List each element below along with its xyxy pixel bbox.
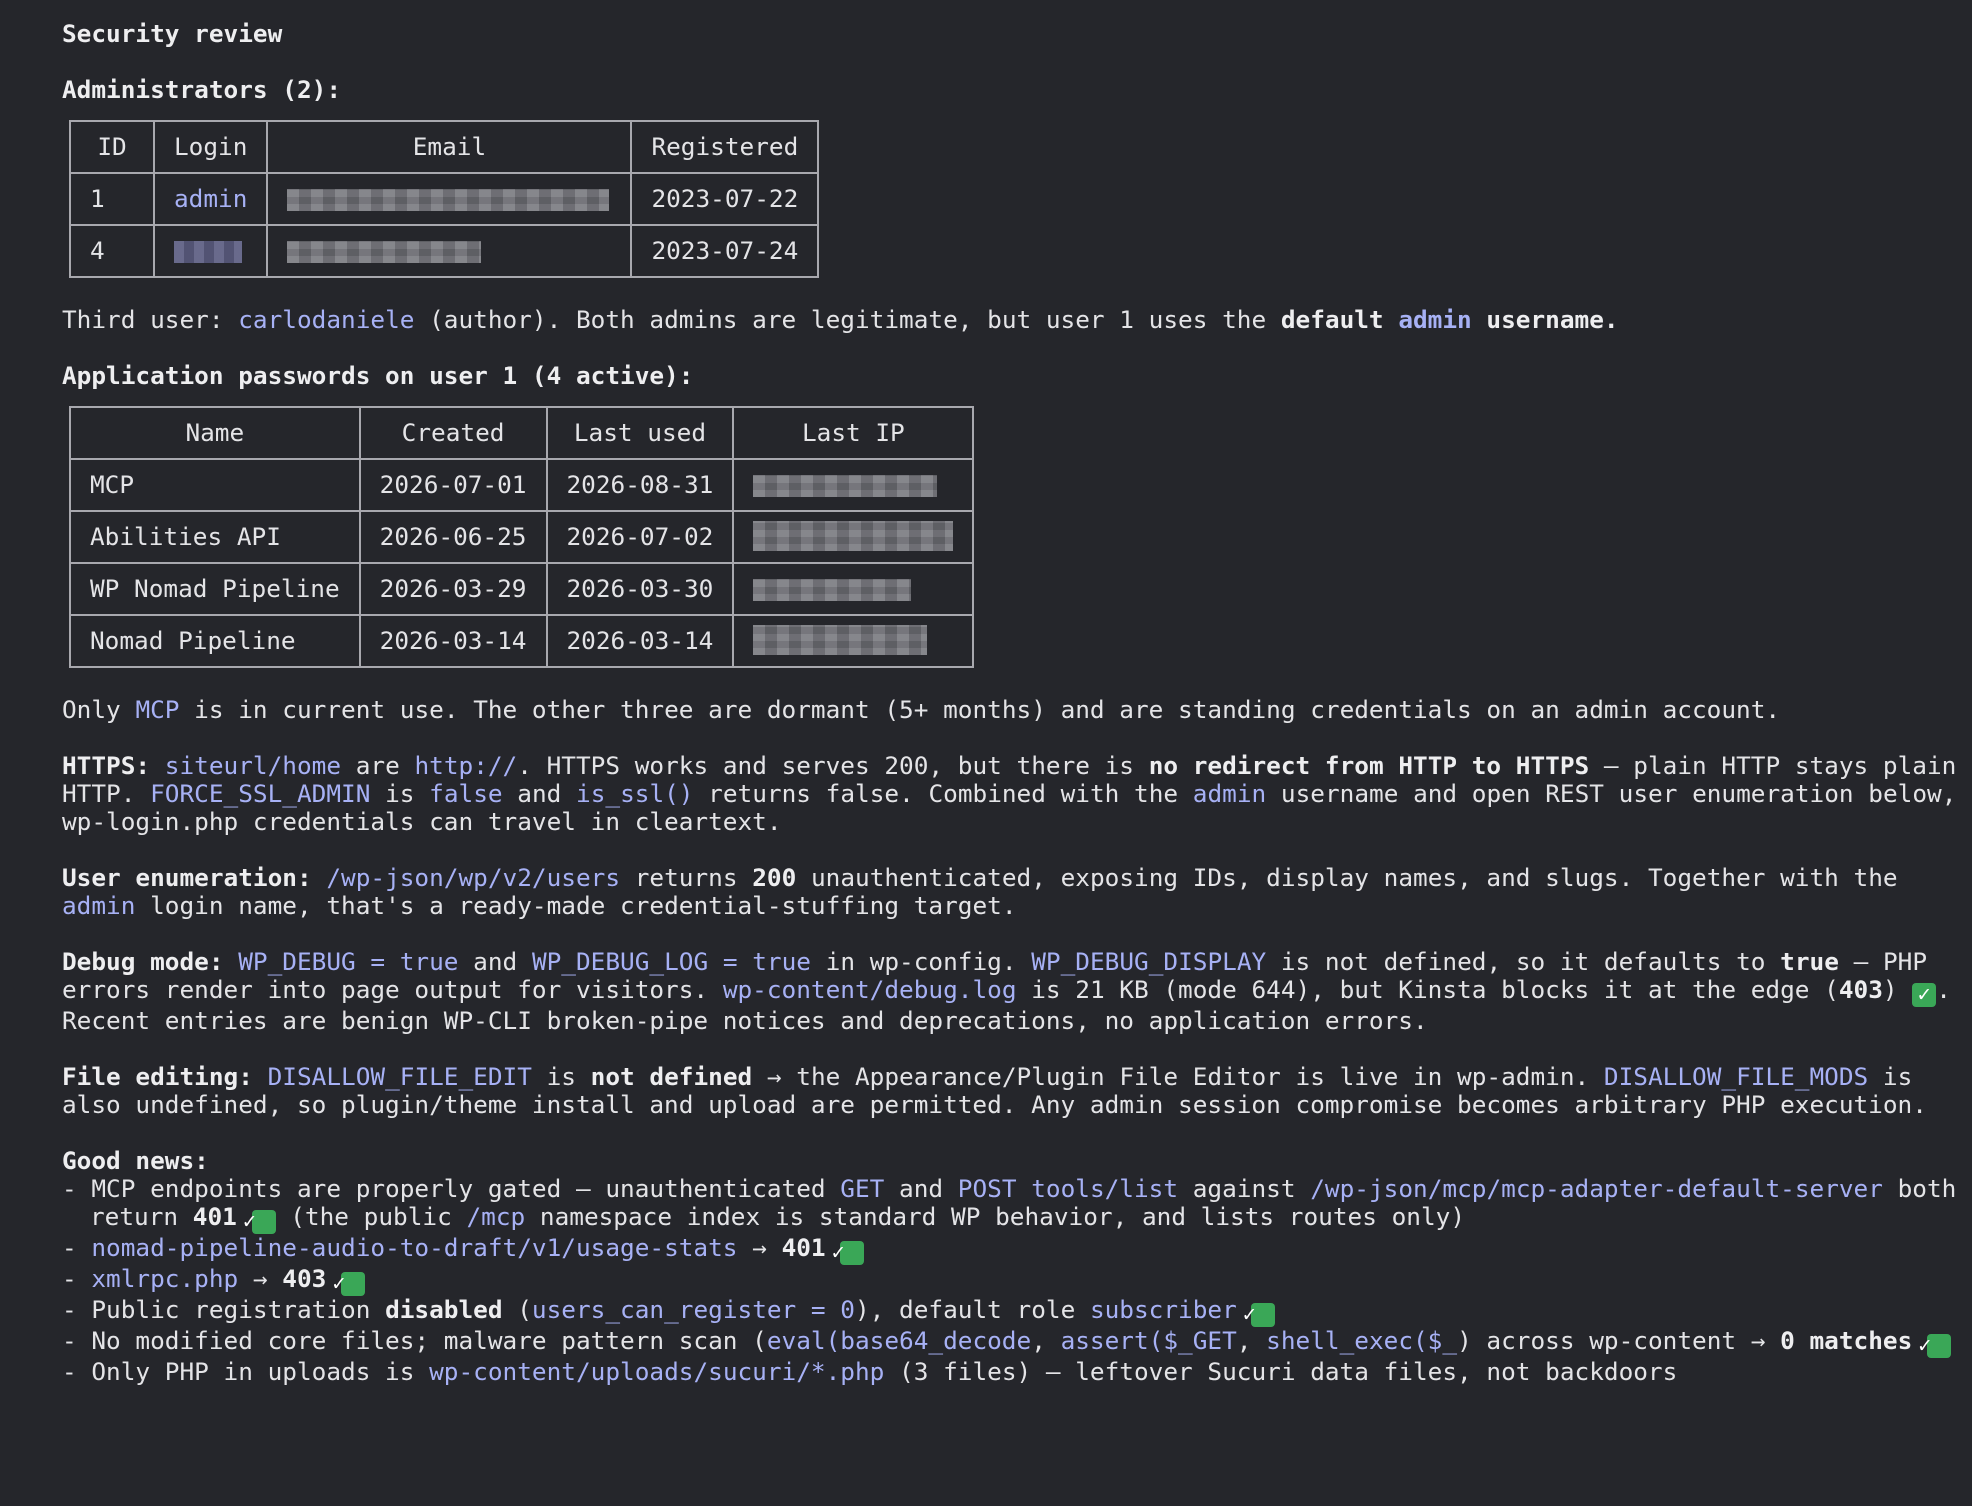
good-news-list: - MCP endpoints are properly gated — una…	[62, 1175, 1962, 1386]
app-last-ip-cell	[732, 614, 975, 668]
third-user-note: Third user: carlodaniele (author). Both …	[62, 305, 1619, 334]
table-row: Nomad Pipeline 2026-03-14 2026-03-14	[69, 614, 975, 668]
redacted-ip	[753, 625, 928, 655]
column-header: Last used	[545, 406, 735, 460]
redacted-login	[174, 241, 242, 263]
only-mcp-note: Only MCP is in current use. The other th…	[62, 695, 1781, 724]
list-item: - nomad-pipeline-audio-to-draft/v1/usage…	[62, 1234, 1962, 1265]
admin-email-cell	[266, 172, 633, 226]
app-name-cell: Abilities API	[69, 510, 361, 564]
check-mark-icon: ✓	[830, 1241, 865, 1265]
list-item: - Only PHP in uploads is wp-content/uplo…	[62, 1357, 1678, 1386]
redacted-ip	[753, 579, 912, 601]
admin-login-cell: admin	[152, 172, 269, 226]
column-header: Login	[152, 120, 269, 174]
app-last-ip-cell	[732, 510, 975, 564]
redacted-ip	[753, 521, 954, 551]
column-header: Name	[69, 406, 361, 460]
app-created-cell: 2026-03-14	[358, 614, 548, 668]
table-row: 4 2023-07-24	[69, 224, 820, 278]
check-mark-icon: ✓	[1242, 1303, 1276, 1327]
list-item: - Public registration disabled (users_ca…	[62, 1296, 1962, 1327]
check-mark-icon: ✓	[331, 1272, 366, 1296]
app-name-cell: Nomad Pipeline	[69, 614, 361, 668]
username-code: carlodaniele	[238, 305, 415, 334]
admins-heading: Administrators (2):	[62, 75, 342, 104]
https-finding: HTTPS: siteurl/home are http://. HTTPS w…	[62, 751, 1972, 836]
column-header: Email	[266, 120, 633, 174]
page-title: Security review	[62, 19, 283, 48]
app-passwords-table-header: Name Created Last used Last IP	[69, 406, 975, 460]
redacted-email	[287, 189, 610, 211]
security-review-message: Security review Administrators (2): ID L…	[62, 20, 1962, 1386]
app-name-cell: WP Nomad Pipeline	[69, 562, 361, 616]
app-created-cell: 2026-03-29	[358, 562, 548, 616]
list-item: - MCP endpoints are properly gated — una…	[62, 1174, 1972, 1234]
check-mark-icon: ✓	[1917, 1334, 1951, 1358]
table-row: MCP 2026-07-01 2026-08-31	[69, 458, 975, 512]
admin-registered-cell: 2023-07-24	[630, 224, 820, 278]
column-header: ID	[69, 120, 155, 174]
app-created-cell: 2026-06-25	[358, 510, 548, 564]
app-last-used-cell: 2026-03-30	[545, 562, 735, 616]
column-header: Created	[358, 406, 548, 460]
admins-table-header: ID Login Email Registered	[69, 120, 820, 174]
admin-id-cell: 4	[69, 224, 155, 278]
table-row: 1 admin 2023-07-22	[69, 172, 820, 226]
app-name-cell: MCP	[69, 458, 361, 512]
admin-login-cell	[152, 224, 269, 278]
app-last-used-cell: 2026-08-31	[545, 458, 735, 512]
debug-mode-finding: Debug mode: WP_DEBUG = true and WP_DEBUG…	[62, 947, 1966, 1035]
app-created-cell: 2026-07-01	[358, 458, 548, 512]
app-last-used-cell: 2026-07-02	[545, 510, 735, 564]
redacted-email	[287, 241, 482, 263]
admin-registered-cell: 2023-07-22	[630, 172, 820, 226]
list-item: - xmlrpc.php → 403 ✓	[62, 1265, 1962, 1296]
table-row: WP Nomad Pipeline 2026-03-29 2026-03-30	[69, 562, 975, 616]
column-header: Last IP	[732, 406, 975, 460]
app-last-used-cell: 2026-03-14	[545, 614, 735, 668]
good-news-section: Good news: - MCP endpoints are properly …	[62, 1147, 1962, 1386]
admin-id-cell: 1	[69, 172, 155, 226]
app-last-ip-cell	[732, 458, 975, 512]
app-passwords-table: Name Created Last used Last IP MCP 2026-…	[69, 406, 975, 668]
admins-table: ID Login Email Registered 1 admin 2023-0…	[69, 120, 820, 278]
app-last-ip-cell	[732, 562, 975, 616]
user-enumeration-finding: User enumeration: /wp-json/wp/v2/users r…	[62, 863, 1913, 920]
admin-email-cell	[266, 224, 633, 278]
check-mark-icon: ✓	[1912, 983, 1937, 1007]
redacted-ip	[753, 475, 938, 497]
file-editing-finding: File editing: DISALLOW_FILE_EDIT is not …	[62, 1062, 1927, 1119]
good-news-heading: Good news:	[62, 1146, 209, 1175]
check-mark-icon: ✓	[242, 1210, 276, 1234]
table-row: Abilities API 2026-06-25 2026-07-02	[69, 510, 975, 564]
app-passwords-heading: Application passwords on user 1 (4 activ…	[62, 361, 694, 390]
column-header: Registered	[630, 120, 820, 174]
list-item: - No modified core files; malware patter…	[62, 1327, 1962, 1358]
